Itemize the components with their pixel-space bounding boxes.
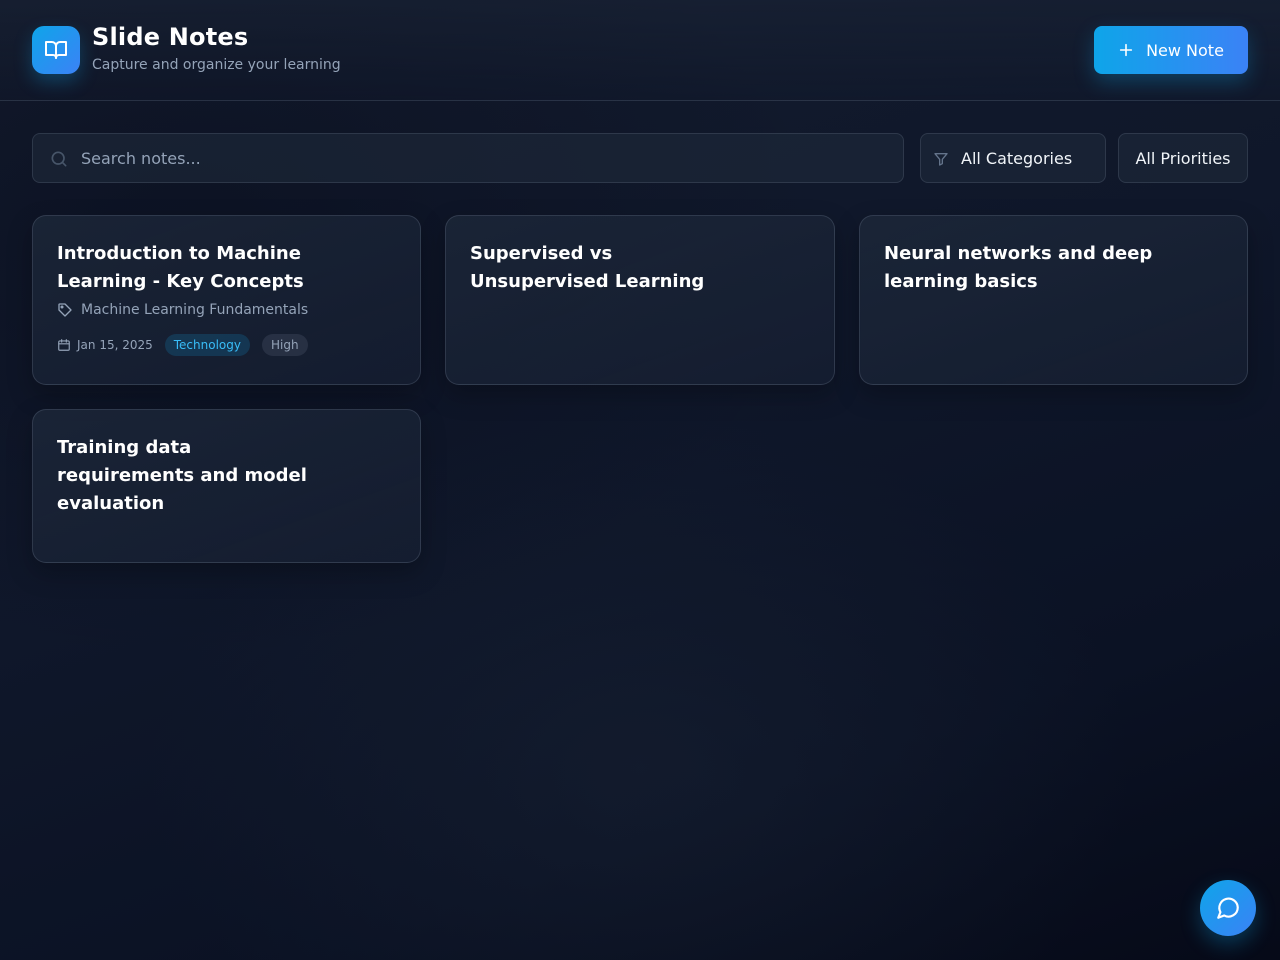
app-logo xyxy=(32,26,80,74)
app-header: Slide Notes Capture and organize your le… xyxy=(0,0,1280,101)
priority-badge: High xyxy=(261,334,308,356)
category-badge: Technology xyxy=(164,334,250,356)
note-date-text: Jan 15, 2025 xyxy=(77,338,153,352)
app-title: Slide Notes xyxy=(92,23,249,51)
note-title: Supervised vs Unsupervised Learning xyxy=(470,243,705,292)
book-open-icon xyxy=(45,41,67,59)
category-filter-value: All Categories xyxy=(961,148,1073,168)
note-title: Training data requirements and model eva… xyxy=(57,437,307,514)
note-date: Jan 15, 2025 xyxy=(57,338,153,352)
new-note-label: New Note xyxy=(1146,40,1224,60)
priority-filter-select[interactable]: All Priorities xyxy=(1118,133,1248,183)
note-title: Introduction to Machine Learning - Key C… xyxy=(57,243,304,292)
filter-icon xyxy=(934,153,948,166)
search-input[interactable] xyxy=(81,134,891,182)
note-category-label: Machine Learning Fundamentals xyxy=(81,302,309,318)
plus-icon xyxy=(1119,43,1133,57)
tag-icon xyxy=(58,303,72,317)
app-subtitle: Capture and organize your learning xyxy=(92,57,341,73)
note-category: Machine Learning Fundamentals xyxy=(57,302,396,318)
search-icon xyxy=(51,151,67,167)
category-filter-select[interactable]: All Categories xyxy=(920,133,1106,183)
note-card[interactable]: Neural networks and deep learning basics xyxy=(859,215,1248,385)
priority-filter-value: All Priorities xyxy=(1135,148,1231,168)
new-note-button[interactable]: New Note xyxy=(1094,26,1248,74)
chat-button[interactable] xyxy=(1200,880,1256,936)
note-meta: Jan 15, 2025 Technology High xyxy=(57,334,396,356)
message-circle-icon xyxy=(1217,897,1239,919)
search-box xyxy=(32,133,904,183)
note-card[interactable]: Training data requirements and model eva… xyxy=(32,409,421,563)
note-title: Neural networks and deep learning basics xyxy=(884,243,1153,292)
note-card[interactable]: Supervised vs Unsupervised Learning xyxy=(445,215,835,385)
calendar-icon xyxy=(58,339,70,351)
note-card[interactable]: Introduction to Machine Learning - Key C… xyxy=(32,215,421,385)
